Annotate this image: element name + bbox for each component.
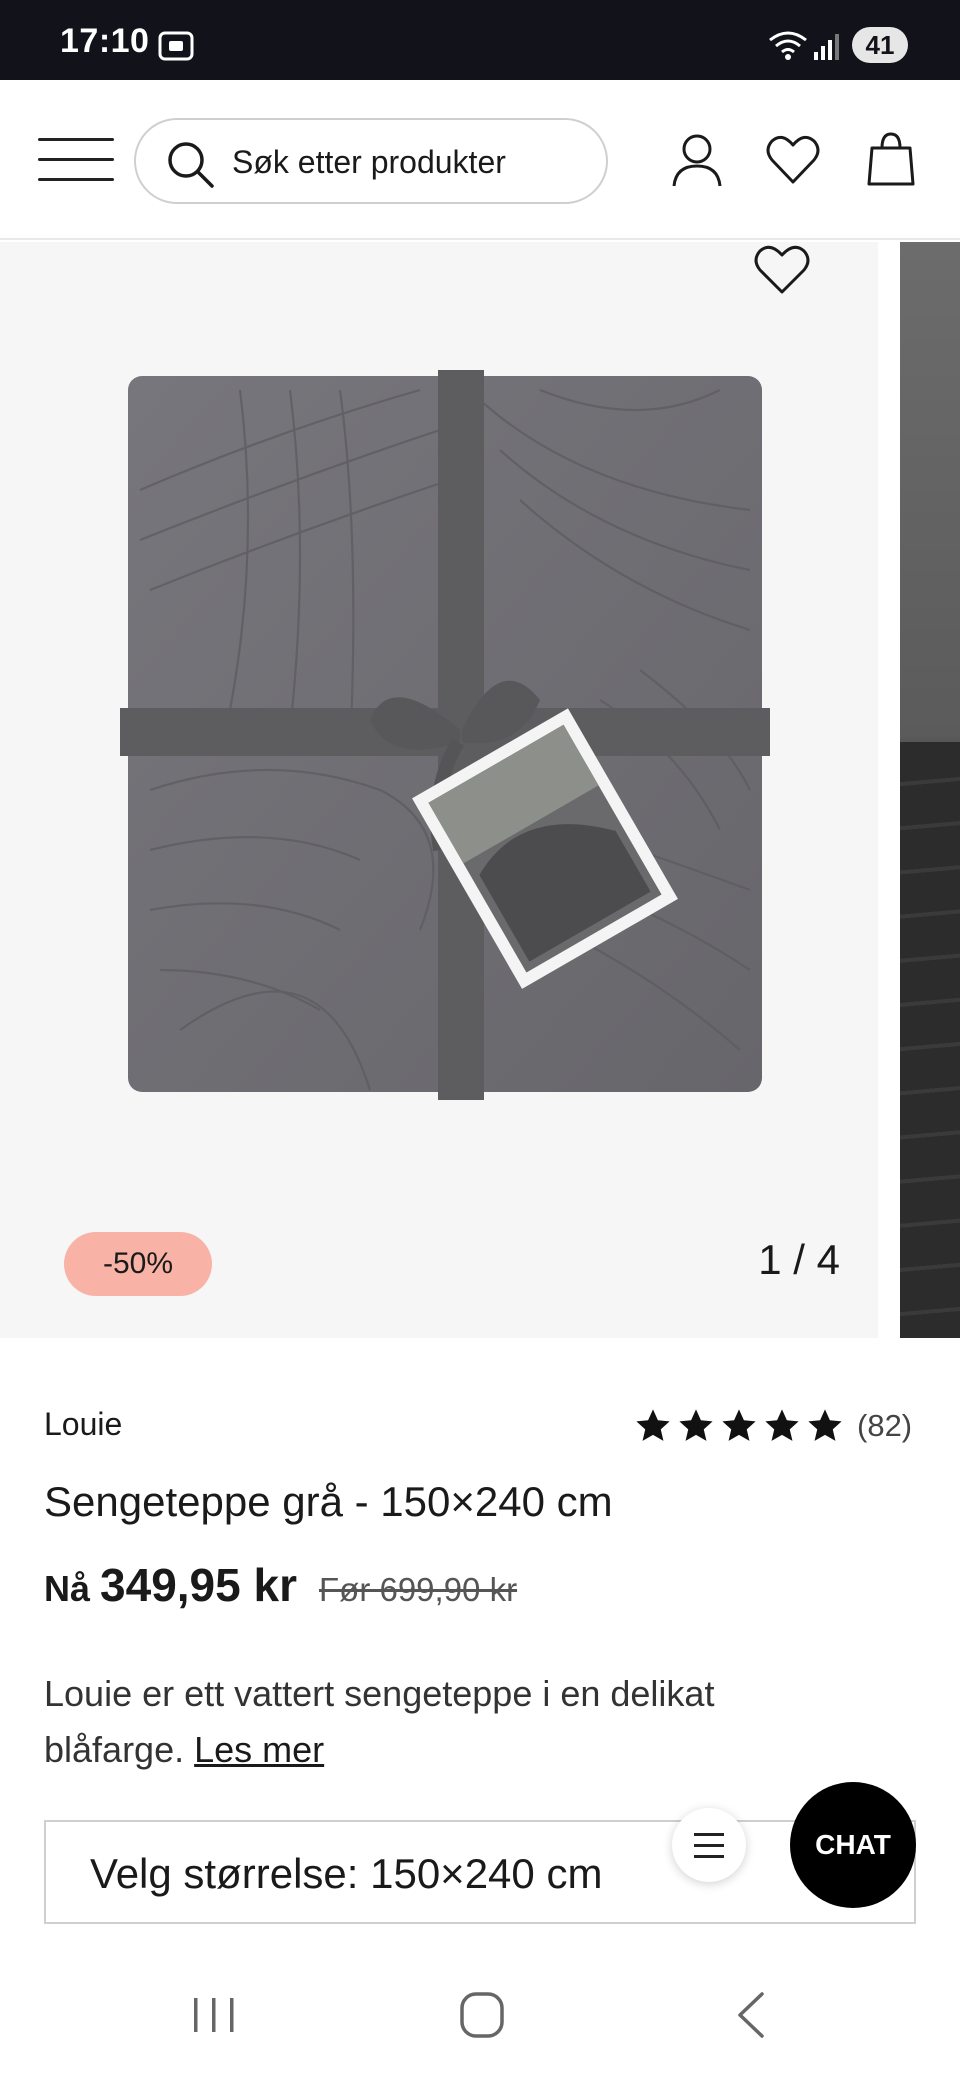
status-bar: 17:10 41 [0, 0, 960, 80]
recent-apps-icon[interactable] [184, 1988, 244, 2042]
star-icon [679, 1409, 713, 1441]
add-to-favorites-heart-icon[interactable] [752, 242, 812, 296]
search-bar[interactable] [134, 118, 608, 204]
site-header [0, 80, 960, 240]
star-icon [636, 1409, 670, 1441]
gallery-slide-current[interactable]: -50% 1 / 4 [0, 242, 878, 1338]
wishlist-heart-icon[interactable] [764, 130, 822, 188]
read-more-link[interactable]: Les mer [194, 1729, 324, 1770]
status-time: 17:10 [60, 22, 150, 60]
screenshot-icon [158, 31, 194, 61]
price-row: Nå 349,95 kr Før 699,90 kr [44, 1558, 517, 1618]
floating-menu-button[interactable] [672, 1808, 746, 1882]
product-image-bedspread [120, 370, 770, 1100]
product-gallery[interactable]: -50% 1 / 4 [0, 242, 960, 1340]
battery-indicator: 41 [852, 27, 908, 63]
gallery-slide-next-peek[interactable] [900, 242, 960, 1338]
signal-icon [814, 34, 839, 60]
search-icon [168, 142, 214, 188]
star-icon [722, 1409, 756, 1441]
home-icon[interactable] [452, 1988, 512, 2042]
hamburger-menu-icon[interactable] [38, 134, 114, 186]
gallery-slide-counter: 1 / 4 [758, 1236, 840, 1283]
product-brand[interactable]: Louie [44, 1406, 122, 1443]
size-select[interactable]: Velg størrelse: 150×240 cm [44, 1820, 916, 1924]
size-select-label: Velg størrelse: 150×240 cm [90, 1850, 603, 1897]
star-icon [808, 1409, 842, 1441]
price-now-label: Nå [44, 1568, 91, 1609]
description-text: Louie er ett vattert sengeteppe i en del… [44, 1673, 715, 1770]
price-original: Før 699,90 kr [319, 1571, 518, 1608]
product-title: Sengeteppe grå - 150×240 cm [44, 1478, 613, 1525]
chat-button[interactable]: CHAT [790, 1782, 916, 1908]
review-count[interactable]: (82) [857, 1408, 912, 1444]
shopping-bag-icon[interactable] [862, 130, 920, 188]
wifi-icon [769, 31, 807, 60]
back-icon[interactable] [722, 1988, 782, 2042]
product-description: Louie er ett vattert sengeteppe i en del… [44, 1666, 844, 1778]
product-rating[interactable]: (82) [634, 1404, 912, 1448]
system-nav-bar [0, 1944, 960, 2080]
discount-badge: -50% [64, 1232, 212, 1296]
account-icon[interactable] [668, 130, 726, 188]
search-input[interactable] [232, 140, 592, 184]
star-icon [765, 1409, 799, 1441]
price-current: 349,95 kr [100, 1559, 297, 1611]
